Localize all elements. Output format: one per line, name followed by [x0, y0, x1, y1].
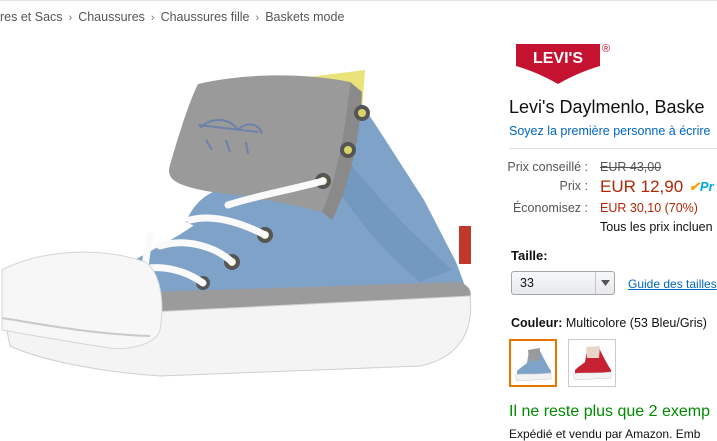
color-swatch-red[interactable]: [568, 339, 616, 387]
breadcrumb-item-sneakers[interactable]: Baskets mode: [265, 10, 344, 24]
size-guide-link[interactable]: Guide des tailles: [628, 277, 717, 291]
breadcrumb-item-bags[interactable]: res et Sacs: [0, 10, 63, 24]
product-title: Levi's Daylmenlo, Baske: [509, 97, 705, 117]
size-selected-value: 33: [520, 276, 534, 290]
list-price-label: Prix conseillé :: [507, 160, 588, 174]
divider: [509, 148, 717, 149]
breadcrumb: res et Sacs › Chaussures › Chaussures fille ›…: [0, 10, 344, 24]
tax-note: Tous les prix incluen: [600, 220, 713, 234]
size-select[interactable]: 33: [511, 271, 615, 295]
savings-label: Économisez :: [512, 201, 588, 215]
prime-badge[interactable]: ✔Pr: [689, 179, 714, 195]
svg-text:®: ®: [602, 43, 610, 55]
color-label: Couleur:: [511, 316, 563, 330]
brand-logo[interactable]: LEVI'S ®: [514, 40, 614, 86]
breadcrumb-item-girls-shoes[interactable]: Chaussures fille: [161, 10, 250, 24]
shipping-info: Expédié et vendu par Amazon. Emb: [509, 427, 701, 441]
breadcrumb-separator: ›: [68, 12, 73, 24]
prime-check-icon: ✔: [689, 179, 700, 194]
svg-text:LEVI'S: LEVI'S: [533, 50, 583, 67]
list-price: EUR 43,00: [600, 160, 662, 174]
size-label: Taille:: [511, 248, 548, 263]
breadcrumb-item-shoes[interactable]: Chaussures: [78, 10, 145, 24]
stock-status: Il ne reste plus que 2 exemp: [509, 403, 711, 420]
price: EUR 12,90: [600, 177, 684, 196]
prime-label: Pr: [699, 179, 714, 194]
top-divider: [0, 0, 717, 1]
chevron-down-icon: [595, 272, 614, 294]
price-label: Prix :: [559, 179, 588, 193]
write-review-link[interactable]: Soyez la première personne à écrire: [509, 124, 711, 138]
color-value: Multicolore (53 Bleu/Gris): [565, 316, 707, 330]
savings-amount: EUR 30,10 (70%): [600, 201, 698, 215]
product-main-image[interactable]: [0, 36, 490, 435]
breadcrumb-separator: ›: [255, 12, 260, 24]
breadcrumb-separator: ›: [150, 12, 155, 24]
color-info: Couleur: Multicolore (53 Bleu/Gris): [511, 316, 707, 330]
color-swatch-blue[interactable]: [509, 339, 557, 387]
